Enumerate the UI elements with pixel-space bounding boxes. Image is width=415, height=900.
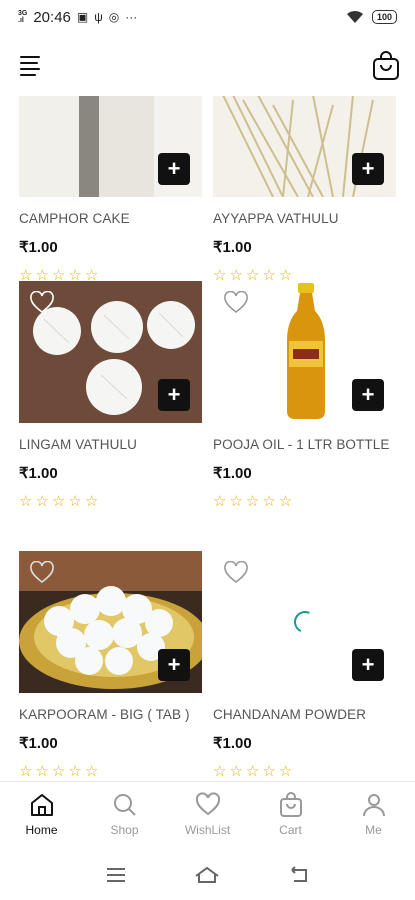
nav-cart-label: Cart [279, 823, 302, 837]
star-icon: ☆ [262, 763, 276, 780]
star-icon: ☆ [84, 493, 99, 510]
star-icon: ☆ [68, 493, 82, 510]
nav-home[interactable]: Home [0, 782, 83, 849]
whatsapp-icon: ◎ [108, 10, 120, 24]
rating-stars: ☆ ☆ ☆ ☆ ☆ [19, 492, 202, 510]
system-navigation-bar [0, 849, 415, 900]
user-icon [362, 794, 385, 817]
back-icon[interactable] [286, 864, 312, 886]
star-icon: ☆ [19, 493, 33, 510]
product-name: CAMPHOR CAKE [19, 211, 130, 226]
product-price: ₹1.00 [213, 239, 252, 256]
product-image[interactable]: + [213, 96, 396, 197]
nav-me-label: Me [365, 823, 382, 837]
add-to-cart-button[interactable]: + [158, 379, 190, 411]
product-card[interactable]: + AYYAPPA VATHULU ₹1.00 ☆ ☆ ☆ ☆ ☆ [213, 96, 396, 284]
rating-stars: ☆ ☆ ☆ ☆ ☆ [213, 492, 396, 510]
nav-home-label: Home [25, 823, 58, 837]
add-to-cart-button[interactable]: + [352, 153, 384, 185]
wishlist-heart-icon[interactable] [29, 291, 55, 315]
add-to-cart-button[interactable]: + [352, 379, 384, 411]
product-image[interactable]: + [19, 551, 202, 693]
star-icon: ☆ [51, 763, 66, 780]
star-icon: ☆ [245, 763, 260, 780]
rating-stars: ☆ ☆ ☆ ☆ ☆ [213, 762, 396, 780]
product-card[interactable]: + KARPOORAM - BIG ( TAB ) ₹1.00 ☆ ☆ ☆ ☆ ☆ [19, 551, 202, 780]
product-card[interactable]: + CAMPHOR CAKE ₹1.00 ☆ ☆ ☆ ☆ ☆ [19, 96, 202, 284]
clock: 20:46 [33, 8, 71, 26]
product-name: LINGAM VATHULU [19, 437, 137, 452]
star-icon: ☆ [19, 763, 33, 780]
add-to-cart-button[interactable]: + [352, 649, 384, 681]
product-price: ₹1.00 [213, 735, 252, 752]
star-icon: ☆ [245, 493, 260, 510]
product-price: ₹1.00 [213, 465, 252, 482]
product-image[interactable]: + [213, 281, 396, 423]
shopping-bag-icon[interactable] [371, 51, 401, 81]
star-icon: ☆ [84, 763, 99, 780]
nav-shop-label: Shop [110, 823, 139, 837]
star-icon: ☆ [35, 493, 49, 510]
product-card[interactable]: + CHANDANAM POWDER ₹1.00 ☆ ☆ ☆ ☆ ☆ [213, 551, 396, 780]
star-icon: ☆ [213, 493, 227, 510]
product-grid: + CAMPHOR CAKE ₹1.00 ☆ ☆ ☆ ☆ ☆ + AYYAPPA VAT… [0, 96, 415, 780]
star-icon: ☆ [35, 763, 49, 780]
product-image[interactable]: + [213, 551, 396, 693]
bottom-navigation: Home Shop WishList Cart Me [0, 781, 415, 849]
product-name: CHANDANAM POWDER [213, 707, 367, 722]
product-image[interactable]: + [19, 96, 202, 197]
star-icon: ☆ [278, 493, 293, 510]
star-icon: ☆ [262, 493, 276, 510]
battery-indicator: 100 [371, 10, 397, 24]
product-name: POOJA OIL - 1 LTR BOTTLE [213, 437, 390, 452]
wishlist-heart-icon[interactable] [223, 561, 249, 585]
add-to-cart-button[interactable]: + [158, 153, 190, 185]
nav-wishlist-label: WishList [184, 823, 231, 837]
wifi-icon [346, 10, 363, 23]
wishlist-heart-icon[interactable] [223, 291, 249, 315]
star-icon: ☆ [278, 763, 293, 780]
recents-icon[interactable] [103, 864, 129, 886]
product-price: ₹1.00 [19, 239, 58, 256]
nav-wishlist[interactable]: WishList [166, 782, 249, 849]
star-icon: ☆ [68, 763, 82, 780]
product-price: ₹1.00 [19, 735, 58, 752]
search-icon [113, 794, 136, 816]
notification-icon: ▣ [76, 10, 89, 24]
bag-icon [279, 792, 302, 817]
wishlist-heart-icon[interactable] [29, 561, 55, 585]
status-bar: 3G .ıl 20:46 ▣ ψ ◎ ··· 100 [0, 0, 415, 34]
home-system-icon[interactable] [194, 864, 220, 886]
menu-button[interactable] [20, 56, 44, 76]
usb-icon: ψ [94, 10, 103, 24]
star-icon: ☆ [213, 763, 227, 780]
add-to-cart-button[interactable]: + [158, 649, 190, 681]
rating-stars: ☆ ☆ ☆ ☆ ☆ [19, 762, 202, 780]
star-icon: ☆ [229, 763, 243, 780]
heart-icon [195, 792, 220, 816]
app-header [0, 44, 415, 88]
product-price: ₹1.00 [19, 465, 58, 482]
product-image[interactable]: + [19, 281, 202, 423]
product-name: KARPOORAM - BIG ( TAB ) [19, 707, 190, 722]
nav-cart[interactable]: Cart [249, 782, 332, 849]
product-card[interactable]: + POOJA OIL - 1 LTR BOTTLE ₹1.00 ☆ ☆ ☆ ☆ ☆ [213, 281, 396, 510]
loading-spinner [290, 607, 320, 637]
product-card[interactable]: + LINGAM VATHULU ₹1.00 ☆ ☆ ☆ ☆ ☆ [19, 281, 202, 510]
home-icon [30, 794, 53, 816]
star-icon: ☆ [229, 493, 243, 510]
more-icon: ··· [125, 10, 138, 24]
nav-shop[interactable]: Shop [83, 782, 166, 849]
product-name: AYYAPPA VATHULU [213, 211, 339, 226]
nav-me[interactable]: Me [332, 782, 415, 849]
network-type: 3G .ıl [18, 10, 28, 24]
star-icon: ☆ [51, 493, 66, 510]
